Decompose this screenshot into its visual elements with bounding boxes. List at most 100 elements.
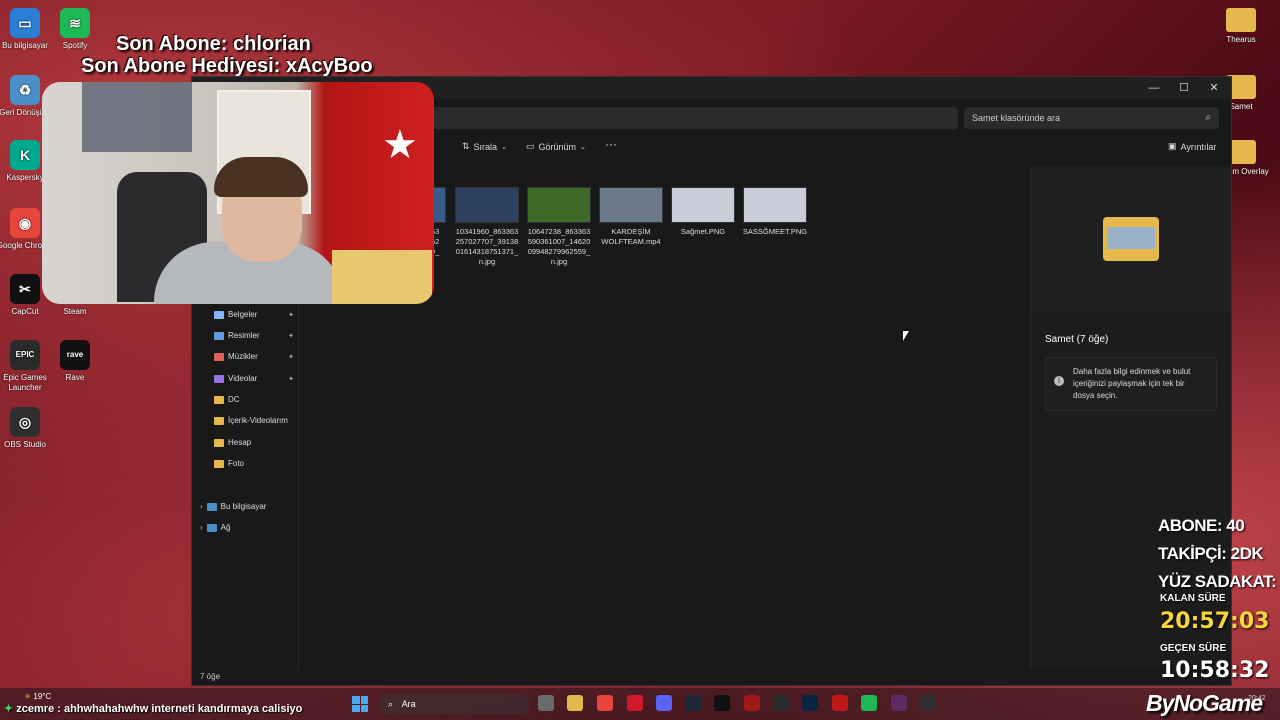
weather-icon: ☀: [24, 692, 32, 701]
elapsed-timer: 10:58:32: [1160, 658, 1270, 683]
app-icon: ≋: [60, 8, 90, 38]
details-toggle-button[interactable]: ▣ Ayrıntılar: [1168, 141, 1216, 152]
last-sub-text: Son Abone: chlorian: [116, 33, 311, 55]
view-button[interactable]: ▭ Görünüm ⌄: [526, 141, 586, 152]
file-thumbnail: [743, 187, 807, 223]
nav-item-label: Foto: [228, 459, 245, 468]
webcam-overlay: ★: [42, 82, 434, 304]
chevron-right-icon: ›: [200, 523, 203, 532]
chrome-icon[interactable]: [597, 695, 613, 711]
more-options-button[interactable]: ···: [605, 137, 617, 151]
file-name: 10647238_863363 590361007_14620 09948279…: [527, 227, 591, 266]
item-count: 7 öğe: [200, 672, 221, 681]
file-name: KARDEŞİM WOLFTEAM.mp4: [601, 227, 661, 246]
nav-item[interactable]: Belgeler ✦: [214, 310, 298, 319]
taskbar-search[interactable]: ⌕ Ara: [378, 694, 530, 714]
details-label: Ayrıntılar: [1180, 141, 1217, 152]
folder-icon: [214, 331, 224, 340]
file-item[interactable]: KARDEŞİM WOLFTEAM.mp4: [598, 187, 664, 247]
nav-item-label: Videolar: [228, 374, 258, 383]
folder-icon: [214, 310, 224, 319]
view-icon: ▭: [526, 141, 535, 151]
voicemeeter-icon[interactable]: [744, 695, 760, 711]
nav-item[interactable]: Hesap: [214, 438, 298, 447]
remaining-timer: 20:57:03: [1160, 609, 1270, 634]
close-button[interactable]: ✕: [1200, 79, 1228, 97]
folder-icon[interactable]: [567, 695, 583, 711]
remaining-label: KALAN SÜRE: [1160, 593, 1226, 604]
folder-icon: [214, 416, 224, 425]
spotify-icon[interactable]: [861, 695, 877, 711]
elapsed-label: GEÇEN SÜRE: [1160, 643, 1227, 654]
weather-temp: 19°C: [33, 692, 52, 701]
sort-icon: ⇅: [462, 141, 470, 151]
chevron-right-icon: ›: [200, 502, 203, 511]
brand-logo: ByNoGame: [1146, 690, 1263, 716]
search-icon: ⌕: [388, 699, 394, 709]
nav-item[interactable]: › Ağ: [200, 523, 284, 532]
app-icon[interactable]: [832, 695, 848, 711]
details-info-text: Daha fazla bilgi edinmek ve bulut içeriğ…: [1073, 367, 1191, 400]
epic-icon[interactable]: [773, 695, 789, 711]
file-item[interactable]: 10647238_863363 590361007_14620 09948279…: [526, 187, 592, 267]
opera-icon[interactable]: [627, 695, 643, 711]
file-thumbnail: [599, 187, 663, 223]
file-item[interactable]: Sağmet.PNG: [670, 187, 736, 237]
desktop-icon[interactable]: ≋ Spotify: [46, 8, 104, 51]
weather-widget[interactable]: ☀ 19°C: [24, 692, 51, 701]
nav-item[interactable]: Müzikler ✦: [214, 352, 298, 361]
sort-button[interactable]: ⇅ Sırala ⌄: [462, 141, 507, 152]
app-icon: ◉: [10, 208, 40, 238]
vscode-icon[interactable]: [891, 695, 907, 711]
sort-label: Sırala: [473, 141, 498, 152]
file-thumbnail: [527, 187, 591, 223]
photoshop-icon[interactable]: [802, 695, 818, 711]
desktop-icon[interactable]: Thearus: [1212, 8, 1270, 45]
nav-item[interactable]: › Bu bilgisayar: [200, 502, 284, 511]
app-icon: EPIC: [10, 340, 40, 370]
maximize-button[interactable]: ☐: [1170, 79, 1198, 97]
discord-icon[interactable]: [656, 695, 672, 711]
obs-icon[interactable]: [920, 695, 936, 711]
chevron-down-icon: ⌄: [580, 143, 586, 151]
nav-item-label: İçerik-Videolarım: [228, 416, 288, 425]
chat-text: zcemre : ahhwhahahwhw interneti kandırma…: [16, 703, 303, 715]
folder-icon: [214, 395, 224, 404]
nav-item[interactable]: İçerik-Videolarım: [214, 416, 298, 425]
folder-icon: [214, 438, 224, 447]
app-icon: ▭: [10, 8, 40, 38]
desktop-icon[interactable]: ◎ OBS Studio: [0, 407, 54, 450]
file-item[interactable]: SASSĞMEET.PNG: [742, 187, 808, 237]
file-item[interactable]: 10341960_863363 257027707_39138 01614318…: [454, 187, 520, 267]
pin-icon: ✦: [288, 332, 294, 340]
search-icon: ⌕: [1205, 112, 1211, 123]
app-icon: ♻: [10, 75, 40, 105]
stream-counter: TAKİPÇİ: 2DK: [1158, 544, 1264, 563]
details-icon: ▣: [1168, 141, 1177, 151]
app-icon: ◎: [10, 407, 40, 437]
start-button[interactable]: [352, 696, 368, 712]
steam-icon[interactable]: [685, 695, 701, 711]
chevron-down-icon: ⌄: [501, 143, 507, 151]
capcut-icon[interactable]: [714, 695, 730, 711]
desktop-icon[interactable]: rave Rave: [46, 340, 104, 383]
nav-item-label: Belgeler: [228, 310, 258, 319]
desktop-icon-label: Rave: [65, 373, 85, 382]
nav-item[interactable]: Videolar ✦: [214, 374, 298, 383]
folder-icon: [214, 459, 224, 468]
pin-icon: ✦: [288, 353, 294, 361]
minimize-button[interactable]: —: [1140, 79, 1168, 97]
nav-item[interactable]: Foto: [214, 459, 298, 468]
desktop-icon-label: Thearus: [1226, 35, 1256, 44]
nav-item[interactable]: Resimler ✦: [214, 331, 298, 340]
search-input[interactable]: Samet klasöründe ara ⌕: [964, 107, 1219, 129]
folder-icon: [214, 374, 224, 383]
file-thumbnail: [671, 187, 735, 223]
address-bar[interactable]: [432, 107, 958, 129]
nav-item-label: Müzikler: [228, 352, 258, 361]
nav-item[interactable]: DC: [214, 395, 298, 404]
folder-icon: [1226, 8, 1256, 32]
file-manager-icon[interactable]: [538, 695, 554, 711]
info-icon: i: [1054, 376, 1064, 386]
nav-item-label: Bu bilgisayar: [220, 502, 267, 511]
